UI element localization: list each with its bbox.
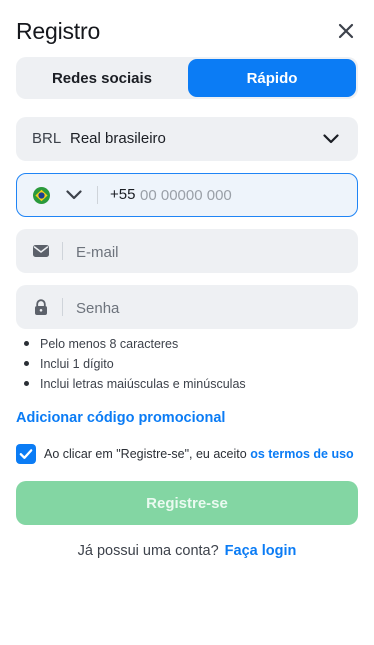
currency-select[interactable]: BRL Real brasileiro [16, 117, 358, 161]
divider [97, 186, 98, 204]
email-field [16, 229, 358, 273]
register-button[interactable]: Registre-se [16, 481, 358, 525]
registration-tabs: Redes sociais Rápido [16, 57, 358, 99]
terms-of-use-link[interactable]: os termos de uso [250, 447, 354, 461]
lock-icon [35, 299, 47, 315]
phone-field: +55 [16, 173, 358, 217]
bullet-icon [24, 381, 29, 386]
country-chevron-down-icon[interactable] [66, 190, 82, 200]
close-icon[interactable] [337, 22, 355, 40]
modal-header: Registro [16, 18, 358, 48]
checkmark-icon [19, 449, 33, 459]
email-input[interactable] [74, 239, 338, 265]
chevron-down-icon [323, 134, 339, 144]
bullet-icon [24, 361, 29, 366]
tab-social-networks[interactable]: Redes sociais [18, 59, 186, 97]
terms-text: Ao clicar em "Registre-se", eu aceito os… [44, 447, 354, 461]
bullet-icon [24, 341, 29, 346]
currency-name: Real brasileiro [70, 130, 166, 147]
password-rule: Inclui letras maiúsculas e minúsculas [24, 376, 246, 396]
login-prompt: Já possui uma conta? Faça login [0, 543, 374, 559]
password-input[interactable] [74, 295, 338, 321]
add-promo-code-link[interactable]: Adicionar código promocional [16, 410, 225, 426]
tab-quick[interactable]: Rápido [188, 59, 356, 97]
password-rule: Pelo menos 8 caracteres [24, 336, 246, 356]
terms-checkbox[interactable] [16, 444, 36, 464]
password-rules: Pelo menos 8 caracteres Inclui 1 dígito … [24, 336, 246, 396]
brazil-flag-icon[interactable] [33, 187, 50, 204]
divider [62, 242, 63, 260]
divider [62, 298, 63, 316]
phone-prefix: +55 [110, 186, 136, 203]
currency-code: BRL [32, 130, 62, 147]
password-field [16, 285, 358, 329]
password-rule: Inclui 1 dígito [24, 356, 246, 376]
envelope-icon [33, 245, 49, 257]
modal-title: Registro [16, 18, 101, 44]
registration-modal: Registro Redes sociais Rápido BRL Real b… [0, 0, 374, 645]
login-prompt-text: Já possui uma conta? [77, 543, 219, 559]
phone-input[interactable] [140, 183, 340, 207]
login-link[interactable]: Faça login [225, 543, 297, 559]
